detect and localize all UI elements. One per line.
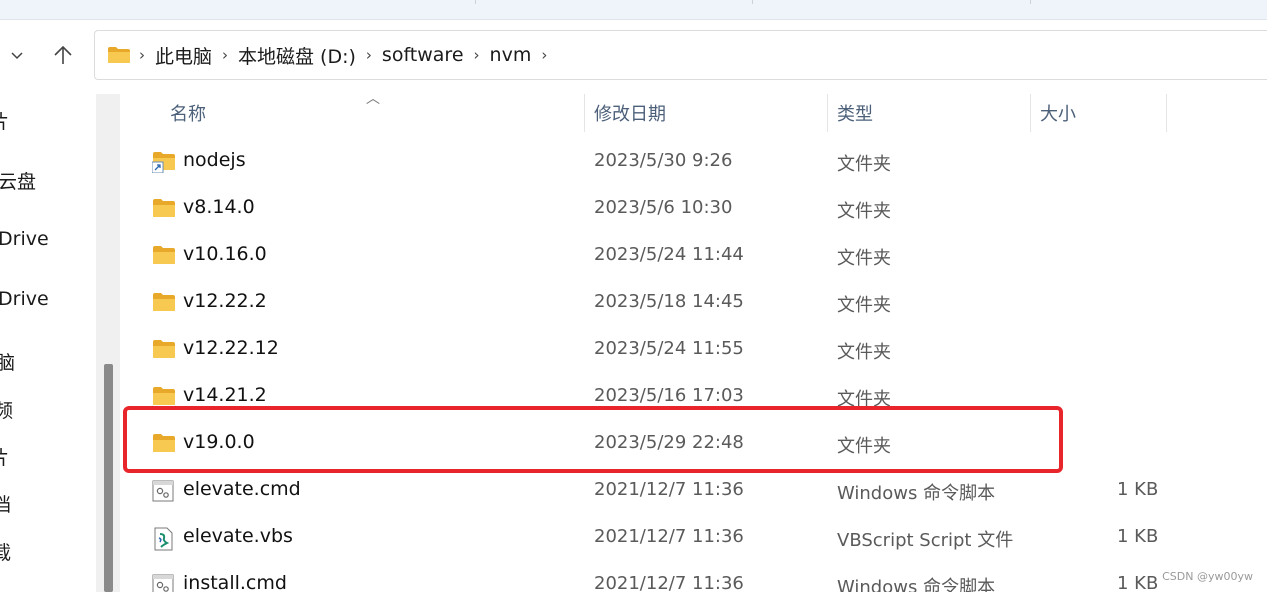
breadcrumb-item[interactable]: 此电脑	[155, 42, 212, 69]
file-name: v12.22.12	[183, 337, 279, 359]
column-divider[interactable]	[1166, 94, 1167, 132]
file-modified-date: 2021/12/7 11:36	[594, 573, 744, 592]
chevron-right-icon[interactable]: ›	[139, 46, 145, 64]
file-type: 文件夹	[837, 154, 891, 175]
file-row[interactable]: elevate.vbs 2021/12/7 11:36 VBScript Scrip…	[140, 515, 1180, 562]
sidebar-item[interactable]: 片	[0, 443, 9, 470]
breadcrumb-item[interactable]: nvm	[490, 44, 532, 66]
sidebar-item[interactable]: 档	[0, 490, 11, 517]
highlight-box	[123, 406, 1063, 473]
up-button[interactable]	[48, 40, 78, 70]
file-modified-date: 2023/5/18 14:45	[594, 291, 744, 312]
file-row[interactable]: v12.22.2 2023/5/18 14:45 文件夹	[140, 280, 1180, 327]
file-modified-date: 2023/5/16 17:03	[594, 385, 744, 406]
breadcrumb-item[interactable]: software	[382, 44, 464, 66]
column-header-modified[interactable]: 修改日期	[594, 94, 666, 132]
file-name: elevate.cmd	[183, 478, 301, 500]
file-name: elevate.vbs	[183, 525, 293, 547]
folder-icon	[152, 339, 176, 361]
file-name: v12.22.2	[183, 290, 267, 312]
cmd-file-icon	[152, 480, 176, 502]
file-name: install.cmd	[183, 572, 287, 592]
file-size: 1 KB	[1117, 573, 1159, 592]
tab-divider	[475, 0, 476, 4]
file-row[interactable]: v10.16.0 2023/5/24 11:44 文件夹	[140, 233, 1180, 280]
file-modified-date: 2023/5/6 10:30	[594, 197, 733, 218]
chevron-right-icon[interactable]: ›	[541, 46, 547, 64]
file-type: VBScript Script 文件	[837, 530, 1014, 551]
file-row[interactable]: install.cmd 2021/12/7 11:36 Windows 命令脚本 1 …	[140, 562, 1180, 592]
column-header-type[interactable]: 类型	[837, 94, 873, 132]
file-row[interactable]: v12.22.12 2023/5/24 11:55 文件夹	[140, 327, 1180, 374]
sort-ascending-icon: ︿	[366, 91, 380, 107]
sidebar-item[interactable]: Drive	[0, 288, 49, 310]
file-modified-date: 2021/12/7 11:36	[594, 526, 744, 547]
column-divider[interactable]	[1030, 94, 1031, 132]
address-bar[interactable]: › 此电脑 › 本地磁盘 (D:) › software › nvm ›	[94, 30, 1267, 80]
sidebar-item[interactable]: 片	[0, 107, 9, 134]
folder-icon	[152, 198, 176, 220]
file-name: v8.14.0	[183, 196, 255, 218]
file-type: 文件夹	[837, 201, 891, 222]
column-header-name[interactable]: 名称	[170, 94, 206, 132]
file-name: nodejs	[183, 149, 246, 171]
file-modified-date: 2023/5/24 11:44	[594, 244, 744, 265]
file-name: v10.16.0	[183, 243, 267, 265]
sidebar-item[interactable]: 载	[0, 538, 11, 565]
sidebar-item[interactable]: 脑	[0, 348, 15, 375]
file-name: v14.21.2	[183, 384, 267, 406]
file-type: 文件夹	[837, 342, 891, 363]
chevron-right-icon[interactable]: ›	[222, 46, 228, 64]
column-header-size[interactable]: 大小	[1040, 94, 1076, 132]
file-type: Windows 命令脚本	[837, 483, 996, 504]
file-type: Windows 命令脚本	[837, 577, 996, 592]
chevron-down-icon	[11, 52, 23, 60]
chevron-right-icon[interactable]: ›	[474, 46, 480, 64]
file-size: 1 KB	[1117, 479, 1159, 500]
sidebar-scrollbar-thumb[interactable]	[104, 364, 113, 592]
folder-icon	[152, 386, 176, 408]
column-divider[interactable]	[584, 94, 585, 132]
watermark: CSDN @yw00yw	[1162, 570, 1253, 583]
sidebar-item[interactable]: 云盘	[0, 167, 36, 194]
file-type: 文件夹	[837, 295, 891, 316]
tab-divider	[752, 0, 753, 4]
file-row[interactable]: elevate.cmd 2021/12/7 11:36 Windows 命令脚本 1 …	[140, 468, 1180, 515]
file-row[interactable]: v8.14.0 2023/5/6 10:30 文件夹	[140, 186, 1180, 233]
file-modified-date: 2021/12/7 11:36	[594, 479, 744, 500]
file-modified-date: 2023/5/24 11:55	[594, 338, 744, 359]
vbs-file-icon	[152, 527, 176, 551]
folder-icon	[108, 47, 130, 63]
column-divider[interactable]	[827, 94, 828, 132]
file-size: 1 KB	[1117, 526, 1159, 547]
cmd-file-icon	[152, 574, 176, 592]
folder-icon	[152, 245, 176, 267]
breadcrumb-item[interactable]: 本地磁盘 (D:)	[238, 42, 356, 69]
folder-icon	[152, 292, 176, 314]
breadcrumb: › 此电脑 › 本地磁盘 (D:) › software › nvm ›	[139, 31, 557, 79]
file-type: 文件夹	[837, 248, 891, 269]
recent-locations-button[interactable]	[2, 40, 32, 70]
sidebar-item[interactable]: 频	[0, 396, 13, 423]
file-modified-date: 2023/5/30 9:26	[594, 150, 733, 171]
file-row[interactable]: nodejs 2023/5/30 9:26 文件夹	[140, 139, 1180, 186]
tab-divider	[1030, 0, 1031, 4]
folder-shortcut-icon	[151, 151, 176, 174]
chevron-right-icon[interactable]: ›	[366, 46, 372, 64]
window-top-strip	[0, 0, 1267, 20]
sidebar-item[interactable]: Drive	[0, 228, 49, 250]
arrow-up-icon	[54, 45, 72, 64]
